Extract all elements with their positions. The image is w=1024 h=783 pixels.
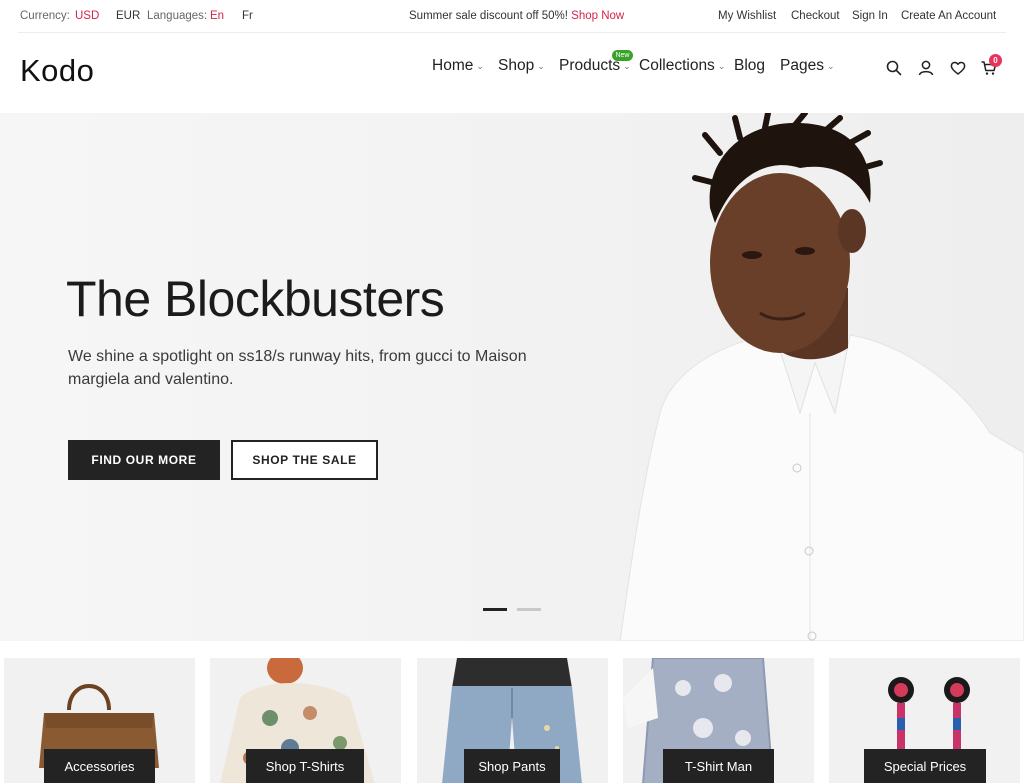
nav-label: Products: [559, 57, 621, 74]
languages-label: Languages:: [147, 10, 208, 22]
chevron-down-icon: ⌄: [476, 61, 484, 71]
shop-the-sale-button[interactable]: SHOP THE SALE: [231, 440, 378, 480]
nav-item-shop[interactable]: Shop ⌄: [498, 57, 545, 75]
category-label: Shop T-Shirts: [246, 749, 364, 783]
user-icon[interactable]: [917, 59, 935, 77]
nav-item-collections[interactable]: Collections ⌄: [639, 57, 725, 75]
hero-title: The Blockbusters: [66, 271, 445, 327]
chevron-down-icon: ⌄: [826, 61, 835, 71]
promo-shop-now-link[interactable]: Shop Now: [571, 10, 624, 22]
cart-count-badge: 0: [989, 54, 1002, 67]
currency-eur[interactable]: EUR: [116, 10, 140, 22]
nav-item-home[interactable]: Home ⌄: [432, 57, 484, 75]
currency-usd[interactable]: USD: [75, 10, 99, 22]
nav-label: Home: [432, 57, 474, 74]
category-card-special-prices[interactable]: Special Prices: [829, 658, 1020, 783]
search-icon[interactable]: [885, 59, 903, 77]
create-account-link[interactable]: Create An Account: [901, 10, 996, 22]
slider-dot-active[interactable]: [483, 608, 507, 611]
chevron-down-icon: ⌄: [717, 61, 726, 71]
nav-item-blog[interactable]: Blog: [734, 57, 765, 75]
nav-label: Blog: [734, 57, 766, 74]
nav-label: Collections: [639, 57, 715, 74]
language-fr[interactable]: Fr: [242, 10, 253, 22]
hero-subtitle: We shine a spotlight on ss18/s runway hi…: [68, 348, 527, 388]
chevron-down-icon: ⌄: [623, 61, 631, 71]
nav-label: Pages: [780, 57, 824, 74]
nav-label: Shop: [498, 57, 535, 74]
category-label: Special Prices: [864, 749, 986, 783]
promo-message: Summer sale discount off 50%!: [409, 10, 568, 22]
hero-model-image: [619, 113, 1024, 641]
slider-dot[interactable]: [517, 608, 541, 611]
main-nav: Home ⌄ Shop ⌄ Products ⌄ New Collections ⌄ B…: [0, 50, 1024, 81]
category-card-tshirt-man[interactable]: T-Shirt Man: [623, 658, 814, 783]
category-card-accessories[interactable]: Accessories: [4, 658, 195, 783]
category-banners: Accessories Shop T-Shirts Shop Pants T-S…: [0, 641, 1024, 783]
new-badge: New: [612, 50, 633, 61]
category-label: T-Shirt Man: [663, 749, 774, 783]
find-out-more-button[interactable]: FIND OUR MORE: [68, 440, 220, 480]
heart-icon[interactable]: [949, 59, 967, 77]
site-header: Kodo Home ⌄ Shop ⌄ Products ⌄ New Collectio…: [0, 33, 1024, 113]
sign-in-link[interactable]: Sign In: [852, 10, 888, 22]
language-en[interactable]: En: [210, 10, 224, 22]
category-card-shop-tshirts[interactable]: Shop T-Shirts: [210, 658, 401, 783]
category-card-shop-pants[interactable]: Shop Pants: [417, 658, 608, 783]
chevron-down-icon: ⌄: [537, 61, 545, 71]
top-bar: Currency: USD EUR Languages: En Fr Summe…: [0, 0, 1024, 33]
wishlist-link[interactable]: My Wishlist: [718, 10, 776, 22]
promo-text: Summer sale discount off 50%! Shop Now: [409, 10, 624, 22]
hero-slider: The Blockbusters We shine a spotlight on…: [0, 113, 1024, 641]
nav-item-pages[interactable]: Pages ⌄: [780, 57, 835, 75]
currency-label: Currency:: [20, 10, 70, 22]
checkout-link[interactable]: Checkout: [791, 10, 840, 22]
category-label: Shop Pants: [464, 749, 560, 783]
category-label: Accessories: [44, 749, 155, 783]
